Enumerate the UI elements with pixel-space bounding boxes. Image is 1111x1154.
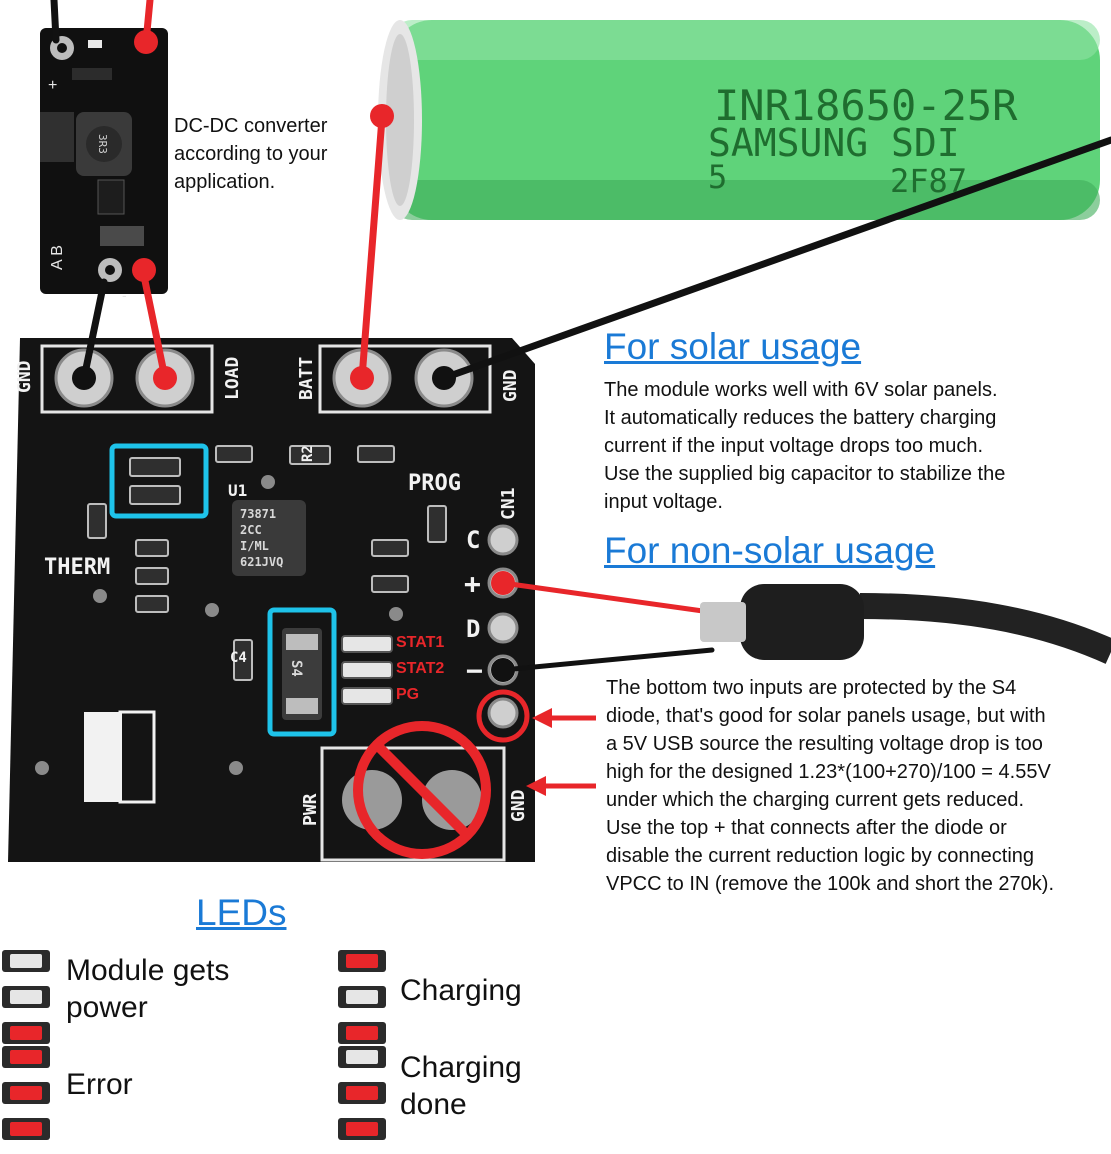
pcb-label-gnd-right: GND (500, 369, 521, 402)
solar-text: The module works well with 6V solar pane… (604, 379, 1006, 513)
pcb-label-cn1: CN1 (498, 487, 519, 520)
pcb-pin-plus: + (464, 567, 481, 600)
battery-brand: SAMSUNG SDI (708, 121, 960, 165)
led-indicator (338, 1046, 386, 1068)
chip-line-2: 2CC (240, 523, 262, 537)
nonsolar-heading: For non-solar usage (604, 530, 936, 571)
led-label-pg: PG (396, 686, 420, 703)
pcb-pin-minus: − (466, 654, 483, 687)
charger-pcb (8, 338, 535, 862)
pcb-label-c4: C4 (230, 650, 247, 666)
chip-line-3: I/ML (240, 539, 269, 553)
led-indicator (338, 986, 386, 1008)
led-indicator (2, 1118, 50, 1140)
led-state-label-error: Error (66, 1068, 133, 1101)
led-indicator (2, 1082, 50, 1104)
battery-code-b: 2F87 (890, 162, 967, 200)
pcb-label-batt: BATT (296, 356, 317, 400)
svg-text:A B: A B (49, 245, 66, 270)
led-state-label-power: Module gets power (66, 954, 230, 1024)
pcb-label-pwr: PWR (300, 793, 321, 826)
led-indicator (338, 950, 386, 972)
led-indicator (2, 1046, 50, 1068)
led-state-label-done: Charging done (400, 1051, 522, 1121)
pcb-label-load: LOAD (222, 356, 243, 400)
nonsolar-text: The bottom two inputs are protected by t… (606, 677, 1054, 895)
led-indicator (2, 1022, 50, 1044)
svg-text:-: - (122, 287, 127, 303)
pcb-pin-d: D (466, 615, 480, 643)
converter-note: DC-DC converter according to your applic… (174, 115, 328, 193)
led-state-done (338, 1046, 386, 1154)
pcb-pin-c: C (466, 526, 480, 554)
usb-cable (700, 584, 1111, 664)
led-state-charging (338, 950, 386, 1058)
warning-arrows (526, 708, 596, 796)
led-state-label-charging: Charging (400, 974, 522, 1007)
led-state-error (2, 1046, 50, 1154)
led-label-stat2: STAT2 (396, 660, 445, 677)
pcb-label-r2: R2 (300, 445, 316, 462)
battery-code-a: 5 (708, 158, 727, 196)
pcb-label-gnd-bottom: GND (508, 789, 529, 822)
pcb-label-s4: S4 (288, 660, 304, 677)
pcb-label-therm: THERM (44, 555, 110, 580)
svg-text:3R3: 3R3 (96, 134, 109, 154)
chip-line-1: 73871 (240, 507, 276, 521)
pcb-label-gnd-left: GND (14, 360, 35, 393)
led-indicator (2, 950, 50, 972)
led-indicator (338, 1022, 386, 1044)
leds-heading: LEDs (196, 892, 287, 933)
led-label-stat1: STAT1 (396, 634, 445, 651)
led-indicator (338, 1082, 386, 1104)
svg-text:+: + (48, 77, 57, 94)
pcb-label-prog: PROG (408, 471, 461, 496)
led-indicator (2, 986, 50, 1008)
pcb-label-u1: U1 (228, 481, 247, 500)
led-state-power (2, 950, 50, 1058)
solar-heading: For solar usage (604, 326, 862, 367)
led-indicator (338, 1118, 386, 1140)
chip-line-4: 621JVQ (240, 555, 283, 569)
